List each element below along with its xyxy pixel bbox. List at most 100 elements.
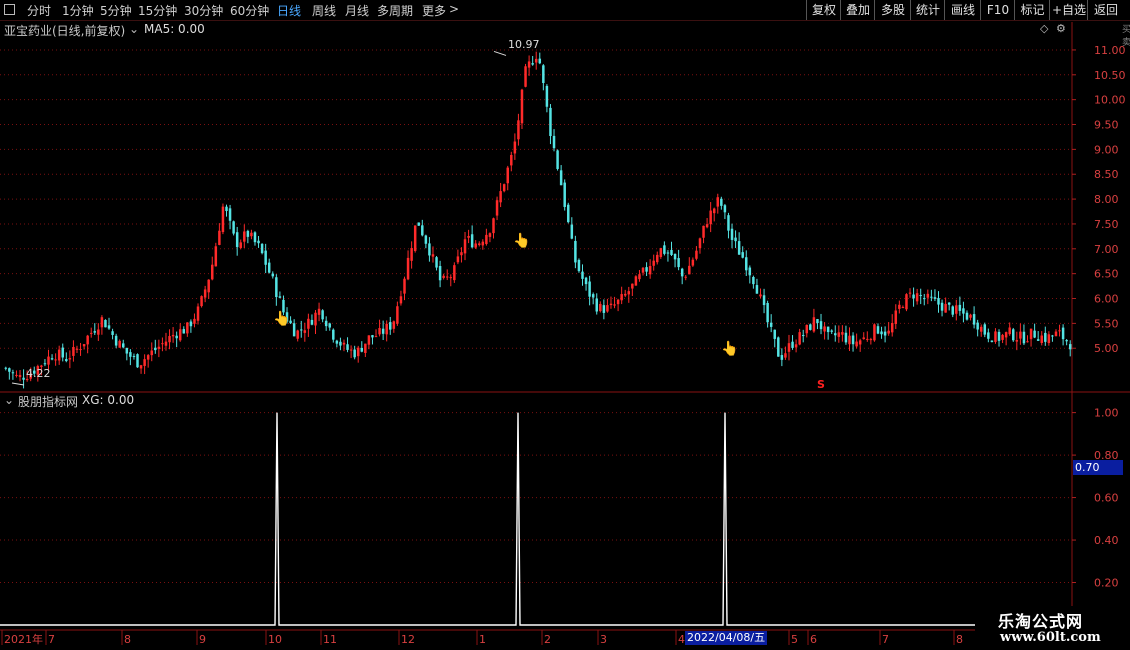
candle-body (588, 281, 591, 297)
candle-body (104, 319, 107, 328)
candle-body (577, 259, 581, 272)
candle-body (182, 329, 186, 334)
candle-body (581, 271, 584, 279)
buy-hand-icon: 👆 (513, 233, 531, 249)
candle-body (830, 330, 833, 332)
candle-body (22, 377, 25, 380)
candle-body (937, 298, 940, 305)
candle-body (923, 298, 926, 300)
kline-chart[interactable]: 11.0010.5010.009.509.008.508.007.507.006… (0, 0, 1130, 650)
candle-body (381, 328, 385, 334)
candle-body (43, 363, 47, 365)
candle-body (47, 356, 50, 365)
candle-body (666, 252, 670, 254)
candle-body (296, 330, 299, 339)
candle-body (965, 312, 969, 320)
candle-body (755, 285, 759, 294)
candle-body (200, 296, 203, 307)
candle-body (926, 293, 930, 298)
candle-body (460, 252, 463, 256)
watermark-title: 乐淘公式网 (998, 612, 1084, 631)
candle-body (1019, 331, 1022, 339)
candle-body (335, 340, 339, 344)
price-tick-label: 10.50 (1094, 69, 1126, 82)
candle-body (1061, 327, 1065, 340)
candle-body (634, 276, 638, 286)
candle-body (563, 182, 566, 207)
price-tick-label: 8.00 (1094, 193, 1119, 206)
candle-body (410, 248, 413, 261)
candle-body (737, 241, 741, 255)
candle-body (1033, 330, 1036, 338)
candle-body (300, 329, 303, 331)
candle-body (107, 325, 111, 329)
candle-body (143, 359, 146, 366)
candle-body (545, 85, 549, 107)
candle-body (673, 253, 677, 260)
candle-body (663, 245, 666, 254)
candle-body (93, 331, 97, 333)
xg-line (0, 412, 975, 626)
candle-body (798, 332, 801, 345)
candle-body (15, 374, 18, 376)
candle-body (745, 257, 748, 271)
candle-body (659, 248, 663, 258)
candle-body (947, 302, 951, 305)
candle-body (417, 222, 420, 226)
candle-body (979, 326, 983, 332)
candle-body (912, 294, 915, 299)
candle-body (125, 347, 129, 354)
time-tick-label: 12 (401, 633, 415, 646)
candle-body (332, 329, 335, 340)
candle-body (1022, 331, 1026, 344)
candle-body (157, 346, 161, 349)
diamond-icon[interactable]: ◇ (1040, 22, 1048, 35)
candle-body (435, 257, 438, 268)
candle-body (378, 328, 381, 335)
candle-body (324, 320, 328, 327)
candle-body (499, 191, 502, 203)
candle-body (680, 268, 684, 277)
chart-grid (0, 22, 1130, 631)
candle-body (1029, 328, 1033, 340)
candle-body (741, 252, 744, 258)
candle-body (616, 299, 620, 305)
candle-body (748, 267, 752, 276)
candle-body (385, 323, 388, 335)
candle-body (944, 303, 947, 313)
gear-icon[interactable]: ⚙ (1056, 22, 1066, 35)
candle-body (623, 293, 627, 296)
candle-body (559, 170, 563, 186)
candle-body (812, 317, 816, 332)
candle-body (997, 331, 1001, 341)
candle-body (1001, 334, 1004, 340)
candle-body (186, 322, 189, 334)
candle-body (406, 257, 410, 280)
indicator-settings-icon[interactable]: ⌄ (4, 393, 14, 407)
candle-body (873, 324, 876, 341)
candle-body (983, 324, 987, 335)
candle-body (232, 221, 235, 234)
candle-body (766, 302, 769, 323)
candle-body (794, 344, 798, 348)
candle-body (374, 336, 378, 338)
candle-body (688, 265, 691, 275)
price-tick-label: 6.00 (1094, 293, 1119, 306)
candle-body (349, 349, 353, 351)
candle-body (905, 294, 908, 310)
xg-tick-label: 0.40 (1094, 534, 1119, 547)
candle-body (1051, 335, 1054, 337)
settings-circle-icon[interactable]: ⌄ (129, 22, 139, 36)
candle-body (1036, 339, 1040, 341)
candle-body (641, 267, 645, 273)
candle-body (777, 337, 780, 357)
candle-body (972, 314, 976, 325)
candle-body (228, 208, 232, 221)
candle-body (342, 342, 346, 345)
candle-body (403, 278, 406, 294)
candle-body (556, 150, 559, 169)
candle-body (492, 218, 495, 234)
time-axis: 2021年 7 8 9 10 11 12 1 2 3 4 5 6 7 8 (1, 630, 963, 646)
candle-body (421, 225, 424, 236)
candle-body (1068, 344, 1072, 350)
